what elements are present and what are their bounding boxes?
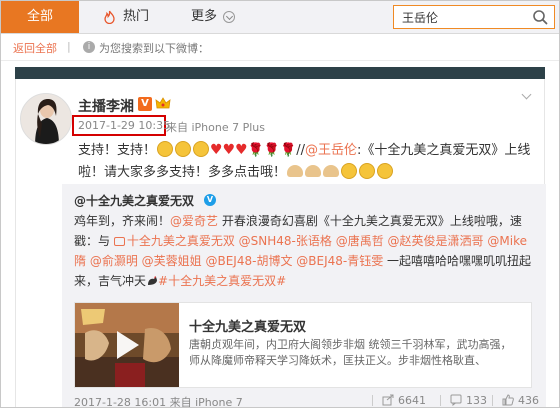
divider: |	[67, 40, 71, 53]
emoji-icon	[193, 141, 210, 157]
top-tab-bar: 全部 热门 更多	[1, 1, 559, 34]
avatar[interactable]	[20, 93, 72, 145]
comment-icon	[450, 394, 462, 406]
emoji-icon	[359, 163, 376, 179]
post-source: 来自 iPhone 7 Plus	[166, 121, 266, 134]
divider	[492, 395, 493, 406]
post-text-part: //	[296, 143, 306, 158]
emoji-icon	[157, 141, 174, 157]
post-text-part: :《十全九美之真爱无双》上线	[357, 143, 531, 158]
video-link-label: 十全九美之真爱无双	[126, 234, 235, 248]
crown-icon	[155, 97, 171, 109]
divider	[440, 395, 441, 406]
tab-more-label: 更多	[191, 9, 218, 24]
rose-icon: 🌹	[247, 143, 264, 158]
comment-count[interactable]: 133	[440, 394, 487, 407]
repost-author-link[interactable]: @十全九美之真爱无双	[74, 192, 194, 209]
mention-link[interactable]: @爱奇艺	[170, 214, 218, 228]
rose-icon: 🌹	[263, 143, 281, 158]
reposted-weibo: @十全九美之真爱无双 V 鸡年到，齐来闹！@爱奇艺 开春浪漫奇幻喜剧《十全九美之…	[62, 184, 546, 407]
search-hint-bar: 返回全部 | i 为您搜索到以下微博：	[1, 35, 559, 61]
share-count[interactable]: 6641	[372, 394, 426, 407]
verified-badge-icon: V	[204, 194, 216, 206]
food-emoji-icon	[287, 165, 304, 177]
video-link-icon	[113, 237, 125, 246]
rose-icon: 🌹	[280, 143, 297, 158]
repost-text-part: 与	[98, 234, 114, 248]
video-thumbnail[interactable]	[75, 303, 179, 387]
share-icon	[382, 394, 394, 406]
mention-link[interactable]: @赵英俊是潇洒哥	[384, 234, 484, 248]
post-text-part: 支持！支持！	[78, 143, 157, 158]
mention-link[interactable]: @芙蓉姐姐	[138, 254, 202, 268]
post-menu-chevron-icon[interactable]	[520, 91, 534, 101]
back-to-all-link[interactable]: 返回全部	[13, 40, 57, 56]
mention-link[interactable]: @唐禹哲	[332, 234, 384, 248]
food-emoji-icon	[323, 165, 340, 177]
emoji-icon	[175, 141, 192, 157]
mention-link[interactable]: @SNH48-张语格	[235, 234, 332, 248]
weibo-search-window: 全部 热门 更多 返回全部 | i 为您搜索到以下微博：	[0, 0, 560, 408]
search-box	[393, 5, 555, 29]
emoji-icon	[341, 163, 358, 179]
play-icon[interactable]	[105, 325, 145, 365]
emoji-icon	[377, 163, 394, 179]
mention-link[interactable]: @BEJ48-胡博文	[202, 254, 292, 268]
video-link[interactable]: 十全九美之真爱无双	[113, 234, 235, 248]
tab-more[interactable]: 更多	[191, 1, 237, 33]
tab-all[interactable]: 全部	[1, 1, 79, 33]
hashtag-link[interactable]: #十全九美之真爱无双#	[158, 274, 286, 288]
thumbs-up-icon	[502, 394, 514, 406]
avatar-image	[21, 94, 71, 144]
weibo-post-card: 主播李湘 V 2017-1-29 10:35 来自 iPhone 7 Plus …	[15, 79, 546, 407]
post-timestamp[interactable]: 2017-1-29 10:35	[78, 119, 170, 132]
video-card[interactable]: 十全九美之真爱无双 唐朝贞观年间，内卫府大阁领步非烟 统领三千羽林军，武功高强，…	[74, 302, 532, 388]
search-input[interactable]	[394, 6, 524, 28]
divider	[372, 395, 373, 406]
like-count-value: 436	[518, 394, 539, 407]
video-title[interactable]: 十全九美之真爱无双	[189, 316, 306, 335]
repost-text-part: 鸡年到，齐来闹！	[74, 214, 171, 228]
search-icon[interactable]	[532, 9, 548, 25]
fire-icon	[104, 10, 115, 24]
comment-count-value: 133	[466, 394, 487, 407]
heart-icon: ♥	[210, 142, 223, 158]
share-count-value: 6641	[398, 394, 426, 407]
info-icon: i	[83, 41, 95, 53]
rooster-emoji-icon	[148, 276, 158, 285]
heart-icon: ♥	[222, 142, 236, 158]
post-author-name[interactable]: 主播李湘	[78, 96, 134, 116]
mention-link[interactable]: @BEJ48-青钰雯	[292, 254, 383, 268]
video-description: 唐朝贞观年间，内卫府大阁领步非烟 统领三千羽林军，武功高强，师从降魔师帝释天学习…	[189, 338, 512, 367]
banner-strip	[15, 67, 545, 79]
chevron-down-icon	[223, 11, 236, 23]
mention-link[interactable]: @俞灏明	[86, 254, 138, 268]
post-text-part: 啦！请大家多多支持！多多点击哦！	[78, 165, 287, 180]
like-count[interactable]: 436	[492, 394, 539, 407]
post-content: 支持！支持！ ♥♥♥🌹🌹🌹//@王岳伦:《十全九美之真爱无双》上线 啦！请大家多多…	[78, 139, 538, 184]
repost-timestamp[interactable]: 2017-1-28 16:01 来自 iPhone 7	[74, 394, 243, 407]
repost-content: 鸡年到，齐来闹！@爱奇艺 开春浪漫奇幻喜剧《十全九美之真爱无双》上线啦哦，速戳：…	[74, 211, 534, 291]
search-result-hint: 为您搜索到以下微博：	[99, 42, 209, 55]
food-emoji-icon	[305, 165, 322, 177]
heart-icon: ♥	[235, 142, 248, 158]
vip-badge-icon: V	[138, 97, 152, 111]
tab-hot-label: 热门	[123, 9, 150, 24]
mention-link[interactable]: @王岳伦	[305, 143, 357, 158]
tab-hot[interactable]: 热门	[101, 1, 149, 33]
